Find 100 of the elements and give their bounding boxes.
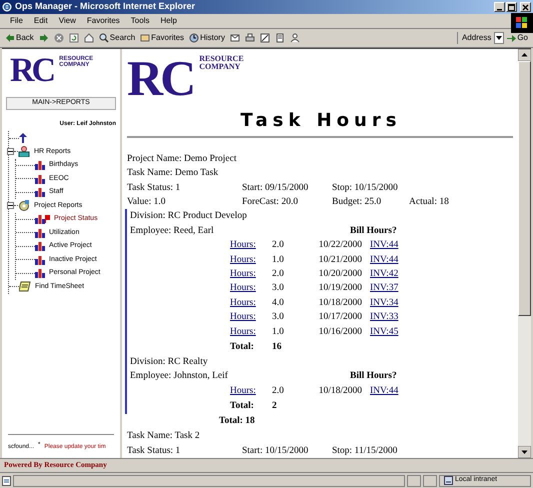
hours-link[interactable]: Hours: [230, 281, 272, 296]
gear-icon[interactable] [18, 200, 30, 212]
hours-value: 1.0 [272, 254, 285, 267]
back-button[interactable]: Back [5, 32, 34, 44]
bar-chart-icon[interactable] [35, 174, 45, 184]
close-button[interactable] [520, 2, 531, 12]
window-title: Ops Manager - Microsoft Internet Explorer [15, 0, 196, 14]
hours-link[interactable]: Hours: [230, 296, 272, 310]
back-arrow-icon [5, 33, 15, 43]
hours-value: 2.0 [272, 384, 285, 398]
dropdown-arrow-icon [496, 36, 502, 40]
grand-total: Total: 18 [218, 415, 256, 428]
total-value: 16 [272, 340, 282, 354]
refresh-icon[interactable] [68, 33, 79, 43]
bar-chart-icon[interactable] [35, 241, 45, 252]
maximize-icon [508, 4, 515, 10]
hours-link[interactable]: Hours: [230, 384, 272, 398]
bar-chart-icon[interactable] [35, 228, 45, 238]
division-label: Division: RC Product Develop [130, 210, 248, 224]
hours-value: 4.0 [272, 296, 285, 310]
info-field: Actual: 18 [409, 194, 479, 210]
hours-value: 2.0 [272, 268, 285, 281]
bar-chart-icon[interactable] [35, 187, 45, 198]
date-value: 10/18/2000 [318, 384, 362, 398]
date-value: 10/21/2000 [318, 254, 362, 267]
date-value: 10/20/2000 [318, 268, 362, 281]
edit-icon[interactable] [260, 33, 270, 43]
info-field: Start: 10/15/2000 [242, 444, 332, 458]
document-icon[interactable] [274, 33, 285, 43]
hours-link[interactable]: Hours: [230, 324, 272, 339]
invoice-link[interactable]: INV:44 [370, 252, 398, 267]
info-field: Stop: 10/15/2000 [332, 180, 409, 195]
invoice-link[interactable]: INV:44 [370, 238, 398, 253]
menu-item[interactable]: File [10, 15, 23, 27]
page-icon [2, 476, 11, 486]
info-field: Value: 1.0 [127, 194, 242, 210]
info-field: Project Name: Demo Project [127, 152, 242, 166]
history-icon [189, 33, 200, 43]
close-icon [522, 4, 529, 10]
status-pane [423, 474, 437, 486]
address-dropdown[interactable] [494, 32, 504, 44]
expand-toggle[interactable] [7, 202, 14, 210]
bar-chart-icon[interactable] [35, 268, 45, 278]
minimize-button[interactable] [494, 2, 505, 12]
print-icon[interactable] [244, 33, 255, 43]
info-field: Stop: 11/15/2000 [332, 444, 409, 458]
bill-hours-header: Bill Hours? [350, 224, 397, 238]
total-label: Total: [230, 340, 255, 354]
invoice-link[interactable]: INV:34 [370, 296, 398, 310]
menu-item[interactable]: Edit [34, 15, 48, 27]
home-icon[interactable] [84, 33, 94, 43]
history-button[interactable]: History [189, 32, 225, 44]
bar-chart-icon[interactable] [35, 160, 45, 170]
menu-item[interactable]: Tools [130, 15, 150, 27]
forward-arrow-icon[interactable] [38, 33, 49, 43]
info-field: Task Name: Demo Task [127, 166, 242, 180]
logo-text: RESOURCE [199, 55, 244, 63]
invoice-link[interactable]: INV:44 [370, 384, 398, 398]
maximize-button[interactable] [506, 2, 517, 12]
search-button[interactable]: Search [98, 32, 136, 44]
info-field: Start: 09/15/2000 [242, 180, 332, 195]
invoice-link[interactable]: INV:37 [370, 281, 398, 296]
info-field: Task Status: 1 [127, 444, 242, 458]
stop-icon[interactable] [54, 33, 64, 43]
logo-mark: RC [10, 54, 54, 88]
info-field: Budget: 25.0 [332, 194, 409, 210]
scrollbar[interactable] [518, 49, 531, 458]
hours-value: 3.0 [272, 282, 285, 296]
bill-hours-header: Bill Hours? [350, 370, 397, 384]
hours-value: 3.0 [272, 311, 285, 324]
favorites-icon [140, 33, 150, 43]
mail-icon[interactable] [230, 33, 240, 43]
info-field: Task Status: 1 [127, 180, 242, 195]
favorites-button[interactable]: Favorites [140, 32, 184, 44]
bar-chart-icon[interactable] [35, 214, 45, 224]
browser-icon [2, 2, 12, 12]
person-icon[interactable] [290, 33, 300, 43]
notepad-icon[interactable] [19, 281, 31, 292]
invoice-link[interactable]: INV:33 [370, 310, 398, 325]
up-arrow-icon[interactable] [19, 133, 27, 143]
hours-link[interactable]: Hours: [230, 266, 272, 282]
expand-toggle[interactable] [7, 148, 14, 156]
employee-label: Employee: Johnston, Leif [130, 370, 229, 384]
menu-item[interactable]: Favorites [86, 15, 120, 27]
people-icon[interactable] [18, 146, 30, 158]
date-value: 10/17/2000 [318, 311, 362, 324]
date-value: 10/18/2000 [318, 296, 362, 310]
hours-link[interactable]: Hours: [230, 310, 272, 325]
date-value: 10/22/2000 [318, 239, 362, 252]
hours-link[interactable]: Hours: [230, 252, 272, 267]
hours-link[interactable]: Hours: [230, 238, 272, 253]
info-field: Task Name: Task 2 [127, 429, 242, 444]
invoice-link[interactable]: INV:42 [370, 266, 398, 282]
invoice-link[interactable]: INV:45 [370, 324, 398, 339]
info-field: ForeCast: 20.0 [242, 194, 332, 210]
total-label: Total: [230, 400, 255, 414]
go-button[interactable]: Go [507, 32, 528, 44]
menu-item[interactable]: Help [160, 15, 177, 27]
menu-item[interactable]: View [58, 15, 76, 27]
bar-chart-icon[interactable] [35, 254, 45, 265]
